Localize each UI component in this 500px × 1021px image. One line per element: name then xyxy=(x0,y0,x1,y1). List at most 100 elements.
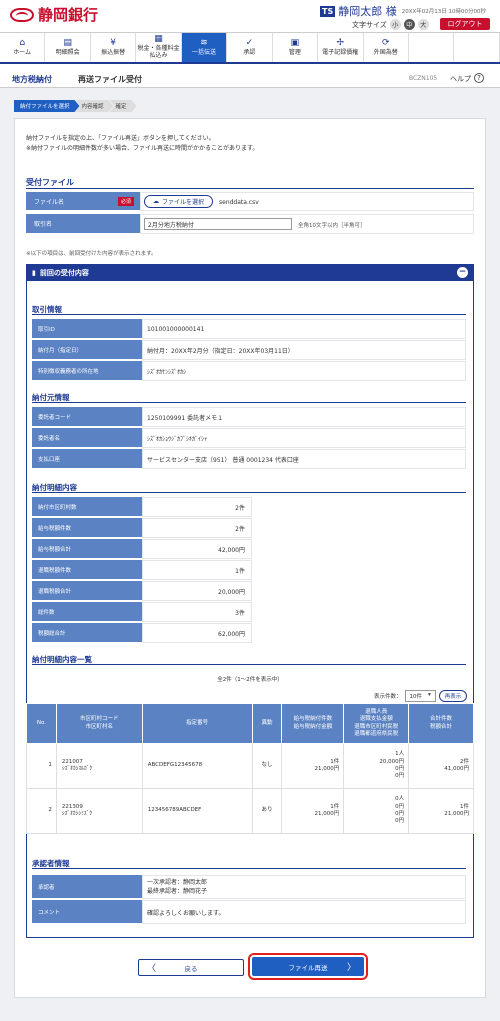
nav-label: ホーム xyxy=(13,48,32,56)
nav-item[interactable]: ▣ 管理 xyxy=(272,33,319,62)
transaction-name-input[interactable]: 2月分地方税納付 xyxy=(144,218,292,230)
cell-city-text: 221309 xyxy=(61,803,83,810)
cell-city-text: ｼｽﾞｵｶｼｽﾙｶﾞｸ xyxy=(61,766,93,772)
trans-value: 101001000000141 xyxy=(142,319,466,339)
nav-label: 外国為替 xyxy=(373,48,398,56)
choose-file-button[interactable]: ☁ ファイルを選択 xyxy=(144,195,213,208)
instruction-line: ※納付ファイルの明細件数が多い場合、ファイル再送に時間がかかることがあります。 xyxy=(26,145,259,152)
main-nav: ⌂ ホーム ▤ 明細照会 ¥ 振込振替 ▦ 税金・各種料金 払込み ≋ 一括伝送 ✓ 承認 ▣ 管理 ✢ 電子… xyxy=(0,32,500,64)
cell-retirement: 1人 20,000円 0円 0円 xyxy=(343,743,410,789)
document-icon: ▮ xyxy=(32,268,36,277)
redisplay-button[interactable]: 再表示 xyxy=(438,690,468,702)
nav-item[interactable]: ✢ 電子記録債権 xyxy=(318,33,364,62)
nav-item[interactable]: ⌂ ホーム xyxy=(0,33,46,62)
payer-value: サービスセンター支店（951） 普通 0001234 代表口座 xyxy=(142,449,466,469)
previous-content-title: 前回の受付内容 xyxy=(39,268,89,277)
cell-salary-tax-text: 21,000円 xyxy=(314,811,340,817)
detail-label: 税額総合計 xyxy=(32,623,142,643)
check-icon: ✓ xyxy=(245,37,254,48)
detail-value: 20,000円 xyxy=(142,581,252,601)
detail-value: 2件 xyxy=(142,497,252,517)
help-icon[interactable]: ? xyxy=(474,73,484,83)
cell-change-text: なし xyxy=(261,762,273,769)
collapse-icon[interactable]: − xyxy=(457,267,468,278)
cell-change: あり xyxy=(251,788,283,834)
cell-change: なし xyxy=(251,743,283,789)
font-size-large-button[interactable]: 大 xyxy=(417,19,429,30)
cell-retirement: 0人 0円 0円 0円 xyxy=(343,788,410,834)
payer-value: 1250109991 委託者メモ１ xyxy=(142,407,466,427)
cell-total: 1件 21,000円 xyxy=(408,788,474,834)
nav-item[interactable]: ≋ 一括伝送 xyxy=(181,33,228,62)
document-icon: ▤ xyxy=(63,37,72,48)
cell-city-text: 221007 xyxy=(61,758,83,765)
cell-retirement-text: 0円 xyxy=(395,803,405,810)
nav-label: 明細照会 xyxy=(55,48,80,56)
nav-item[interactable]: ¥ 振込振替 xyxy=(90,33,137,62)
previous-content-header[interactable]: ▮ 前回の受付内容 − xyxy=(26,264,474,281)
chevron-left-icon: 〈 xyxy=(147,964,157,974)
cell-retirement-text: 0人 xyxy=(395,796,405,803)
screen-code: BCZN105 xyxy=(409,75,438,82)
nav-label: 電子記録債権 xyxy=(322,48,359,56)
payment-detail-table: No. 市区町村コード 市区町村名 指定番号 異動 給与税納付件数 給与税納付金… xyxy=(26,703,474,834)
detail-value: 3件 xyxy=(142,602,252,622)
nav-label: 振込振替 xyxy=(101,48,126,56)
table-row: 1 221007 ｼｽﾞｵｶｼｽﾙｶﾞｸ ABCDEFG12345678 なし 1件 21,… xyxy=(26,743,474,789)
bank-logo[interactable]: 静岡銀行 xyxy=(10,4,98,25)
cell-salary-tax: 1件 21,000円 xyxy=(281,743,345,789)
table-row: 2 221309 ｼｽﾞｵｶｼｼﾐｽﾞｸ 123456789ABCDEF あり 1件 21,… xyxy=(26,788,474,834)
resend-file-button[interactable]: ファイル再送 〉 xyxy=(248,953,368,980)
table-header-row: No. 市区町村コード 市区町村名 指定番号 異動 給与税納付件数 給与税納付金… xyxy=(26,703,474,744)
final-approver: 最終承認者：静岡花子 xyxy=(147,888,208,895)
cell-designated-number: 123456789ABCDEF xyxy=(141,788,253,834)
cell-retirement-text: 20,000円 xyxy=(379,758,405,765)
trans-label: 取引ID xyxy=(32,319,142,339)
step-complete: 確定 xyxy=(110,100,137,112)
bank-name: 静岡銀行 xyxy=(38,6,99,24)
nav-label: 管理 xyxy=(288,48,301,56)
detail-value: 1件 xyxy=(142,560,252,580)
logout-button[interactable]: ログアウト xyxy=(440,18,490,30)
yen-icon: ¥ xyxy=(110,37,116,48)
detail-label: 退職税額合計 xyxy=(32,581,142,601)
detail-label: 退職税額件数 xyxy=(32,560,142,580)
col-designated-number: 指定番号 xyxy=(141,703,253,744)
section-divider xyxy=(32,314,466,315)
col-city: 市区町村コード 市区町村名 xyxy=(55,703,143,744)
section-divider xyxy=(32,664,466,665)
nav-item[interactable] xyxy=(454,33,500,62)
exchange-icon: ⟳ xyxy=(381,37,390,48)
payer-label: 委託者名 xyxy=(32,428,142,448)
font-size-medium-button[interactable]: 中 xyxy=(403,19,415,30)
chevron-right-icon: 〉 xyxy=(346,963,356,973)
nav-item[interactable]: ▤ 明細照会 xyxy=(45,33,91,62)
cloud-upload-icon: ☁ xyxy=(152,198,159,205)
per-page-select[interactable]: 10件 ▾ xyxy=(404,690,436,702)
col-retirement: 退職人員 退職支払金額 退職市区町村民税 退職都道府県民税 xyxy=(343,703,410,744)
font-size-small-button[interactable]: 小 xyxy=(389,19,401,30)
trans-value: 納付月：20XX年2月分（指定日：20XX年03月11日） xyxy=(142,340,466,360)
nav-item[interactable] xyxy=(408,33,455,62)
page-category: 地方税納付 xyxy=(12,75,52,84)
col-no: No. xyxy=(26,703,57,744)
nav-item[interactable]: ⟳ 外国為替 xyxy=(363,33,409,62)
selected-file-name: senddata.csv xyxy=(219,199,259,206)
cell-no-text: 2 xyxy=(48,807,52,814)
admin-icon: ▣ xyxy=(290,37,300,48)
title-bar: 地方税納付 再送ファイル受付 BCZN105 ヘルプ ? xyxy=(0,68,500,88)
chevron-down-icon: ▾ xyxy=(428,692,431,698)
choose-file-label: ファイルを選択 xyxy=(161,199,204,206)
back-button[interactable]: 〈 戻る xyxy=(138,959,244,976)
user-badge: TS xyxy=(320,5,336,17)
nav-item[interactable]: ▦ 税金・各種料金 払込み xyxy=(136,33,182,62)
user-info: TS 静岡太郎 様 20XX年02月13日 10時00分00秒 xyxy=(320,3,486,19)
last-login-time: 20XX年02月13日 10時00分00秒 xyxy=(401,9,486,15)
help-link[interactable]: ヘルプ xyxy=(450,74,471,84)
section-divider xyxy=(26,188,474,189)
header: 静岡銀行 TS 静岡太郎 様 20XX年02月13日 10時00分00秒 文字サ… xyxy=(0,0,500,68)
nav-item[interactable]: ✓ 承認 xyxy=(227,33,273,62)
user-name: 静岡太郎 様 xyxy=(338,5,397,18)
cell-total: 2件 41,000円 xyxy=(408,743,474,789)
col-change: 異動 xyxy=(251,703,283,744)
